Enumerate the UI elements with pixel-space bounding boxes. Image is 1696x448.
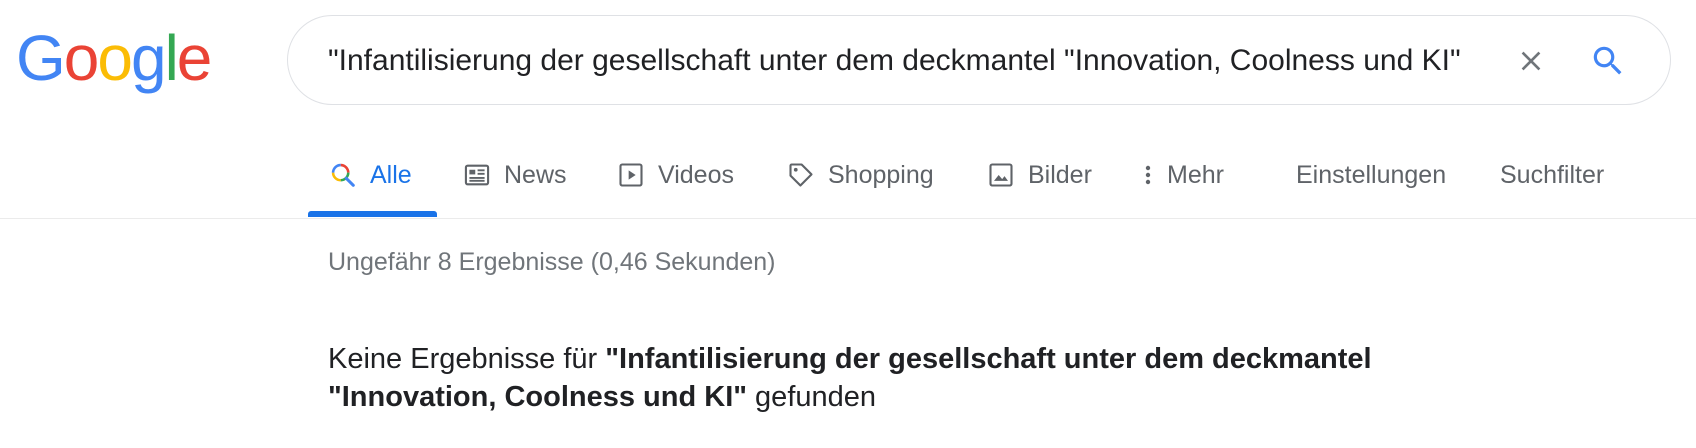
logo-letter: g xyxy=(130,22,167,94)
search-multicolor-icon xyxy=(328,160,358,190)
tab-label: Suchfilter xyxy=(1500,160,1605,189)
tab-label: Einstellungen xyxy=(1296,160,1447,189)
close-icon xyxy=(1521,51,1541,71)
tab-label: Videos xyxy=(658,160,734,189)
logo-letter: o xyxy=(63,22,100,94)
clear-search-button[interactable] xyxy=(1509,39,1553,83)
search-box xyxy=(287,15,1671,105)
tab-bilder[interactable]: Bilder xyxy=(986,155,1092,195)
tab-label: News xyxy=(504,160,567,189)
no-results-query-line2: "Innovation, Coolness und KI" xyxy=(328,381,747,413)
no-results-suffix: gefunden xyxy=(747,381,877,413)
logo-letter: e xyxy=(176,22,213,94)
logo-letter: o xyxy=(97,22,133,94)
news-icon xyxy=(462,160,492,190)
no-results-query-line1: "Infantilisierung der gesellschaft unter… xyxy=(605,343,1372,375)
search-input[interactable] xyxy=(328,40,1488,82)
tab-mehr[interactable]: Mehr xyxy=(1141,155,1224,195)
more-vertical-icon xyxy=(1141,160,1155,190)
tab-alle[interactable]: Alle xyxy=(328,155,412,195)
search-button[interactable] xyxy=(1586,39,1630,83)
logo-letter: l xyxy=(164,22,179,94)
tab-label: Shopping xyxy=(828,160,934,189)
tab-suchfilter[interactable]: Suchfilter xyxy=(1500,155,1604,195)
result-stats: Ungefähr 8 Ergebnisse (0,46 Sekunden) xyxy=(328,248,776,276)
video-play-icon xyxy=(616,160,646,190)
search-tabs: Alle News Videos Shopping Bilder Mehr Ei… xyxy=(0,135,1696,219)
tag-icon xyxy=(786,160,816,190)
image-icon xyxy=(986,160,1016,190)
active-tab-indicator xyxy=(308,211,437,217)
no-results-message: Keine Ergebnisse für "Infantilisierung d… xyxy=(328,340,1528,416)
search-icon xyxy=(1593,46,1622,75)
no-results-prefix: Keine Ergebnisse für xyxy=(328,343,606,375)
tab-label: Alle xyxy=(370,160,412,189)
tab-videos[interactable]: Videos xyxy=(616,155,734,195)
google-logo[interactable]: G o o g l e xyxy=(16,22,213,94)
tab-label: Mehr xyxy=(1167,160,1224,189)
tab-news[interactable]: News xyxy=(462,155,567,195)
tab-shopping[interactable]: Shopping xyxy=(786,155,934,195)
tab-einstellungen[interactable]: Einstellungen xyxy=(1296,155,1446,195)
logo-letter: G xyxy=(16,22,66,94)
tab-label: Bilder xyxy=(1028,160,1092,189)
